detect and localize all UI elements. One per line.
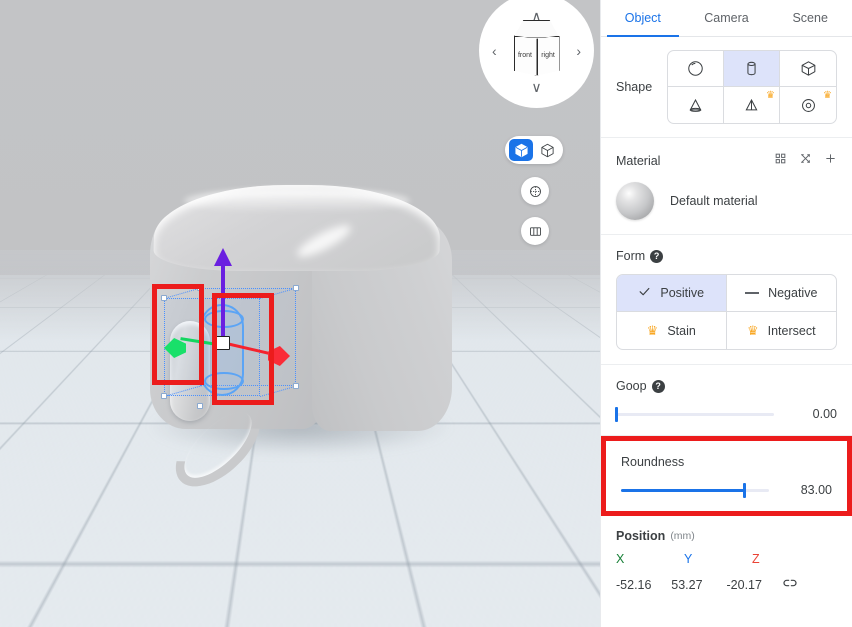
position-unit: (mm): [670, 530, 695, 542]
material-section: Material Default material: [601, 138, 852, 235]
selection-handle[interactable]: [197, 403, 203, 409]
selection-handle[interactable]: [161, 393, 167, 399]
selection-handle[interactable]: [293, 383, 299, 389]
position-value-z[interactable]: -20.17: [727, 578, 782, 592]
shape-section: Shape ♛ ♛: [601, 37, 852, 138]
goop-value: 0.00: [812, 407, 837, 421]
plus-icon[interactable]: [824, 152, 837, 170]
selection-handle[interactable]: [293, 285, 299, 291]
columns-grid-icon[interactable]: [523, 220, 547, 242]
grid-icon[interactable]: [774, 152, 787, 170]
roundness-section: Roundness 83.00: [601, 436, 852, 516]
form-option-intersect[interactable]: ♛ Intersect: [727, 312, 837, 349]
panel-tabs: Object Camera Scene: [601, 0, 852, 37]
position-header: Position (mm): [616, 529, 837, 543]
position-label: Position: [616, 529, 666, 543]
view-cube-top-face[interactable]: [513, 19, 560, 38]
shape-option-cube[interactable]: [780, 51, 836, 87]
dash-icon: [745, 292, 760, 294]
material-label: Material: [616, 154, 661, 168]
shape-label: Shape: [616, 80, 653, 94]
orbit-toolbar[interactable]: [521, 177, 549, 205]
position-value-x[interactable]: -52.16: [616, 578, 671, 592]
material-name: Default material: [670, 194, 758, 208]
roundness-slider-row: 83.00: [621, 482, 832, 498]
form-option-stain[interactable]: ♛ Stain: [617, 312, 727, 349]
form-option-negative[interactable]: Negative: [726, 275, 836, 312]
form-option-label: Positive: [660, 286, 705, 300]
form-option-positive[interactable]: Positive: [617, 275, 727, 312]
goop-section: Goop ? 0.00: [601, 365, 852, 436]
position-value-y[interactable]: 53.27: [671, 578, 726, 592]
form-header: Form ?: [616, 249, 837, 263]
shape-option-cone[interactable]: [668, 87, 724, 123]
3d-viewport[interactable]: ∧ ∨ ‹ › front right: [0, 0, 600, 627]
goop-header: Goop ?: [616, 379, 837, 393]
position-values: -52.16 53.27 -20.17: [616, 575, 837, 594]
tab-scene[interactable]: Scene: [768, 0, 852, 36]
chevron-down-icon[interactable]: ∨: [531, 80, 541, 94]
pro-crown-icon: ♛: [823, 90, 832, 101]
unlink-icon[interactable]: [782, 575, 837, 594]
annotation-box-emboss: [152, 284, 204, 385]
view-cube[interactable]: front right: [507, 19, 567, 82]
check-icon: [638, 285, 651, 301]
shape-option-cylinder[interactable]: [724, 51, 780, 87]
goop-help-icon[interactable]: ?: [651, 379, 665, 393]
goop-slider-handle[interactable]: [615, 406, 618, 422]
material-actions: [774, 152, 837, 170]
roundness-slider-handle[interactable]: [742, 482, 746, 498]
display-mode-toolbar[interactable]: [505, 136, 563, 164]
chevron-left-icon[interactable]: ‹: [492, 44, 497, 58]
view-cube-front-face[interactable]: front: [513, 35, 537, 76]
chevron-right-icon[interactable]: ›: [576, 44, 581, 58]
axis-label-y: Y: [684, 552, 693, 566]
position-axis-headers: X Y Z: [616, 552, 837, 566]
shape-option-pyramid[interactable]: ♛: [724, 87, 780, 123]
annotation-box-cylinder: [212, 293, 274, 405]
form-option-label: Intersect: [767, 323, 816, 338]
shape-selector[interactable]: ♛ ♛: [667, 50, 837, 124]
pro-crown-icon: ♛: [766, 90, 775, 101]
crown-icon: ♛: [646, 322, 659, 338]
form-selector[interactable]: Positive Negative ♛ Stain ♛ Intersect: [616, 274, 837, 350]
form-option-label: Negative: [768, 286, 818, 300]
roundness-slider[interactable]: [621, 482, 769, 498]
tab-camera[interactable]: Camera: [685, 0, 769, 36]
material-header: Material: [616, 152, 837, 170]
properties-panel: Object Camera Scene Shape ♛ ♛ Material D…: [600, 0, 852, 627]
view-cube-right-face[interactable]: right: [536, 35, 560, 76]
form-section: Form ? Positive Negative ♛ Stain ♛ Inter…: [601, 235, 852, 365]
shape-option-torus[interactable]: ♛: [780, 87, 836, 123]
view-cube-widget[interactable]: ∧ ∨ ‹ › front right: [479, 0, 594, 108]
solid-cube-icon[interactable]: [509, 139, 533, 161]
crown-icon: ♛: [746, 322, 759, 338]
material-preview-sphere[interactable]: [616, 182, 654, 220]
axis-y-arrow[interactable]: [214, 248, 232, 266]
goop-slider[interactable]: [615, 406, 774, 422]
wireframe-cube-icon[interactable]: [535, 139, 559, 161]
cube-top-highlight: [184, 189, 410, 213]
shuffle-icon[interactable]: [799, 152, 812, 170]
roundness-value: 83.00: [800, 483, 832, 497]
roundness-label: Roundness: [621, 455, 685, 469]
roundness-header: Roundness: [621, 455, 832, 469]
form-label: Form: [616, 249, 646, 263]
material-item[interactable]: Default material: [616, 182, 837, 220]
orbit-sphere-icon[interactable]: [523, 180, 547, 202]
roundness-slider-fill: [621, 488, 744, 492]
sections-toolbar[interactable]: [521, 217, 549, 245]
goop-label: Goop: [616, 379, 647, 393]
form-help-icon[interactable]: ?: [650, 249, 664, 263]
tab-object[interactable]: Object: [601, 0, 685, 37]
goop-slider-row: 0.00: [615, 406, 837, 422]
app-root: ∧ ∨ ‹ › front right Object Camera Scene …: [0, 0, 852, 627]
axis-label-x: X: [616, 552, 625, 566]
form-option-label: Stain: [667, 323, 696, 338]
position-section: Position (mm) X Y Z -52.16 53.27 -20.17: [601, 516, 852, 607]
shape-option-sphere[interactable]: [668, 51, 724, 87]
axis-label-z: Z: [752, 552, 760, 566]
